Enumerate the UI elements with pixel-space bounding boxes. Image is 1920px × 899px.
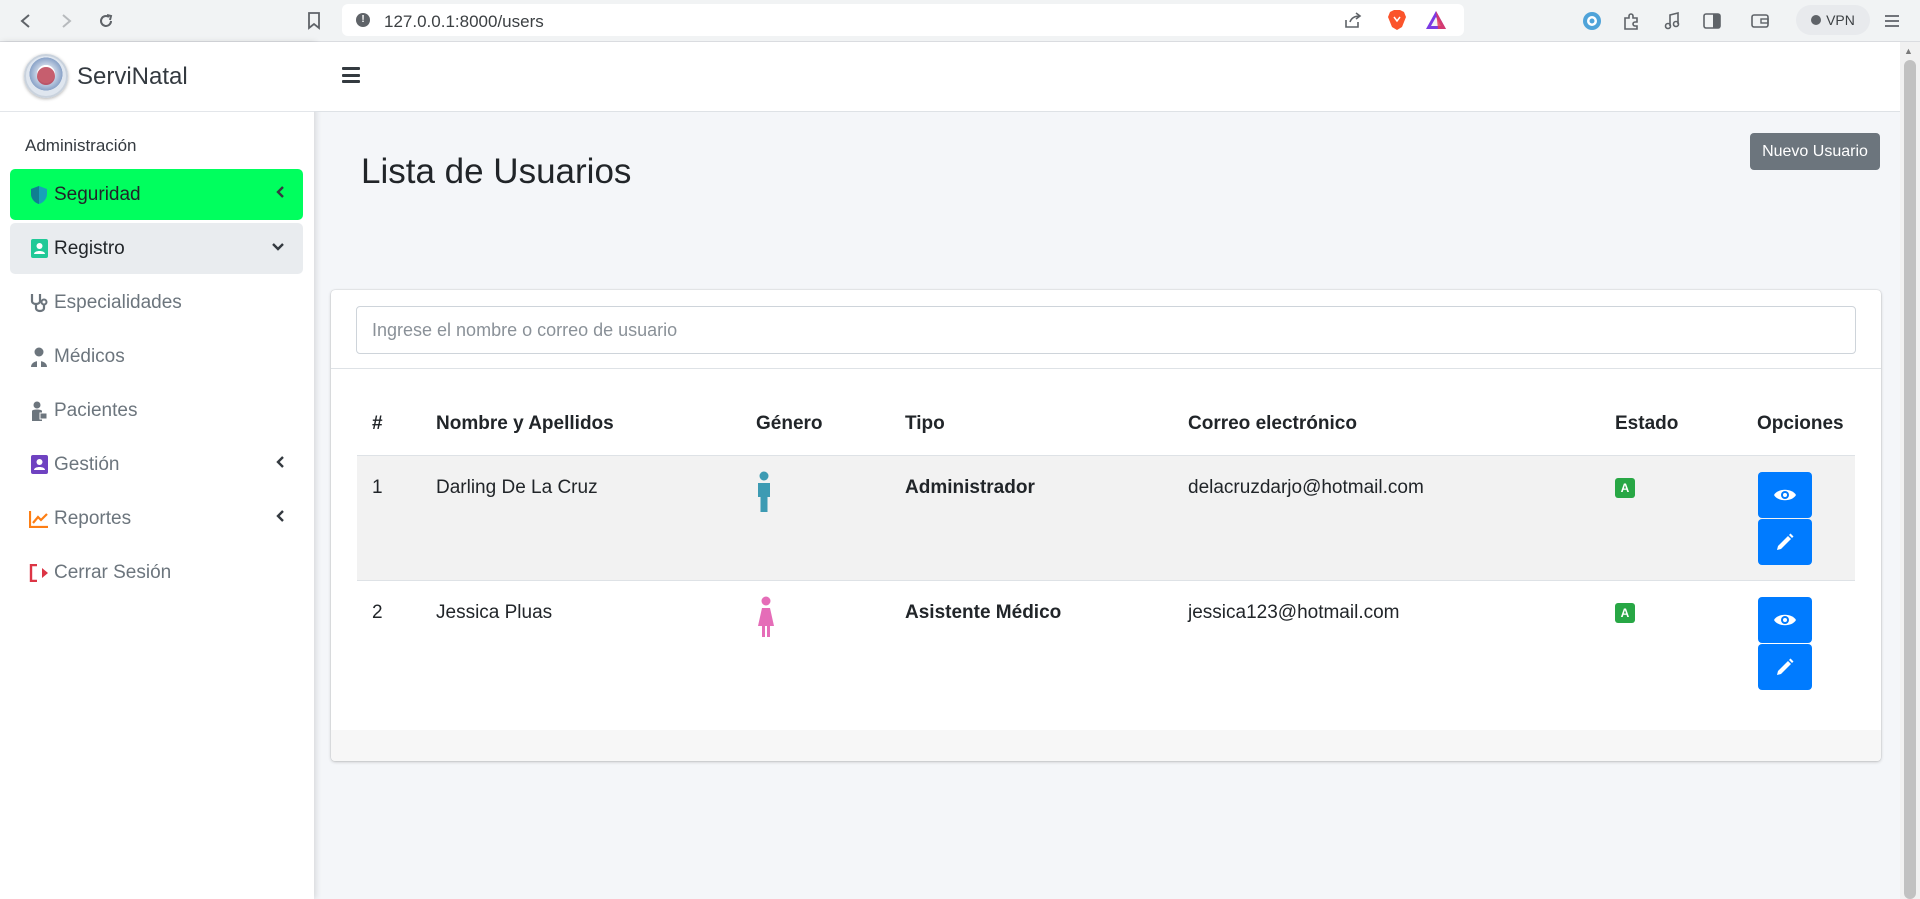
patient-icon: [29, 401, 49, 421]
pencil-icon: [1777, 533, 1794, 550]
sidebar-item-reportes[interactable]: Reportes: [10, 493, 303, 544]
edit-user-button[interactable]: [1758, 519, 1812, 565]
bookmark-icon[interactable]: [300, 7, 328, 35]
column-header-gender: Género: [756, 413, 823, 434]
vpn-label: VPN: [1826, 12, 1855, 28]
sidebar-item-especialidades[interactable]: Especialidades: [10, 277, 303, 328]
sidebar-item-pacientes[interactable]: Pacientes: [10, 385, 303, 436]
brave-rewards-icon[interactable]: [1425, 9, 1447, 31]
card-footer: [331, 730, 1881, 761]
id-card-icon: [29, 239, 49, 259]
table-row: [357, 455, 1855, 580]
user-name: Darling De La Cruz: [436, 477, 598, 498]
user-type: Administrador: [905, 477, 1035, 498]
user-email: jessica123@hotmail.com: [1188, 602, 1400, 623]
contact-card-icon: [29, 455, 49, 475]
sidebar-item-label: Registro: [54, 237, 125, 259]
column-header-name: Nombre y Apellidos: [436, 413, 614, 434]
column-header-options: Opciones: [1757, 413, 1844, 434]
edit-user-button[interactable]: [1758, 644, 1812, 690]
sidebar-item-label: Especialidades: [54, 291, 182, 313]
sidebar-item-cerrar-sesion[interactable]: Cerrar Sesión: [10, 547, 303, 598]
male-icon: [758, 471, 770, 512]
eye-icon: [1774, 489, 1796, 501]
card-header: [331, 290, 1881, 369]
scroll-up-icon[interactable]: ▲: [1904, 46, 1913, 56]
sidebar-item-label: Gestión: [54, 453, 120, 475]
brand-name: ServiNatal: [77, 63, 188, 90]
url-text: 127.0.0.1:8000/users: [384, 12, 544, 31]
scrollbar-thumb[interactable]: [1904, 60, 1916, 899]
view-user-button[interactable]: [1758, 597, 1812, 643]
pencil-icon: [1777, 658, 1794, 675]
sidebar-item-label: Seguridad: [54, 183, 141, 205]
brand-link[interactable]: ServiNatal: [0, 42, 314, 112]
sidebar-item-label: Reportes: [54, 507, 132, 529]
shield-icon: [29, 185, 49, 205]
translate-icon[interactable]: [1579, 8, 1605, 34]
sidebar: ServiNatal Administración Seguridad Regi…: [0, 42, 314, 899]
sidebar-toggle-icon[interactable]: [1699, 8, 1725, 34]
column-header-number: #: [372, 413, 383, 434]
page-title: Lista de Usuarios: [361, 152, 632, 191]
sidebar-section-header: Administración: [25, 136, 137, 155]
sidebar-item-medicos[interactable]: Médicos: [10, 331, 303, 382]
sign-out-icon: [29, 563, 49, 583]
reload-icon[interactable]: [92, 7, 120, 35]
new-user-button[interactable]: Nuevo Usuario: [1750, 133, 1880, 170]
row-divider: [357, 580, 1855, 581]
sidebar-item-registro[interactable]: Registro: [10, 223, 303, 274]
column-header-email: Correo electrónico: [1188, 413, 1357, 434]
vpn-button[interactable]: VPN: [1796, 5, 1870, 35]
user-email: delacruzdarjo@hotmail.com: [1188, 477, 1424, 498]
sidebar-item-label: Médicos: [54, 345, 125, 367]
stethoscope-icon: [29, 293, 49, 313]
browser-toolbar: ! 127.0.0.1:8000/users VPN: [0, 0, 1920, 42]
status-badge: A: [1615, 603, 1635, 623]
sidebar-item-seguridad[interactable]: Seguridad: [10, 169, 303, 220]
sidebar-item-gestion[interactable]: Gestión: [10, 439, 303, 490]
chevron-down-icon: [271, 239, 285, 255]
brand-logo: [24, 54, 68, 98]
female-icon: [758, 596, 774, 637]
user-type: Asistente Médico: [905, 602, 1062, 623]
view-user-button[interactable]: [1758, 472, 1812, 518]
wallet-icon[interactable]: [1747, 8, 1773, 34]
column-header-status: Estado: [1615, 413, 1679, 434]
doctor-icon: [29, 347, 49, 367]
chevron-left-icon: [275, 509, 285, 526]
extensions-icon[interactable]: [1618, 8, 1644, 34]
forward-icon[interactable]: [52, 7, 80, 35]
menu-toggle-icon[interactable]: [342, 67, 360, 83]
browser-menu-icon[interactable]: [1879, 8, 1905, 34]
site-info-icon[interactable]: !: [356, 13, 370, 27]
chart-line-icon: [29, 509, 49, 529]
status-badge: A: [1615, 478, 1635, 498]
back-icon[interactable]: [12, 7, 40, 35]
row-number: 1: [372, 477, 383, 498]
brave-shield-icon[interactable]: [1386, 9, 1408, 31]
search-input[interactable]: [356, 306, 1856, 354]
sidebar-item-label: Cerrar Sesión: [54, 561, 172, 583]
row-number: 2: [372, 602, 383, 623]
address-bar[interactable]: ! 127.0.0.1:8000/users: [342, 4, 1464, 36]
column-header-type: Tipo: [905, 413, 945, 434]
vpn-status-icon: [1811, 15, 1822, 25]
chevron-left-icon: [275, 185, 285, 202]
eye-icon: [1774, 614, 1796, 626]
chevron-left-icon: [275, 455, 285, 472]
share-icon[interactable]: [1342, 9, 1364, 31]
top-navbar: [314, 42, 1900, 112]
sidebar-item-label: Pacientes: [54, 399, 138, 421]
user-name: Jessica Pluas: [436, 602, 553, 623]
media-icon[interactable]: [1659, 8, 1685, 34]
